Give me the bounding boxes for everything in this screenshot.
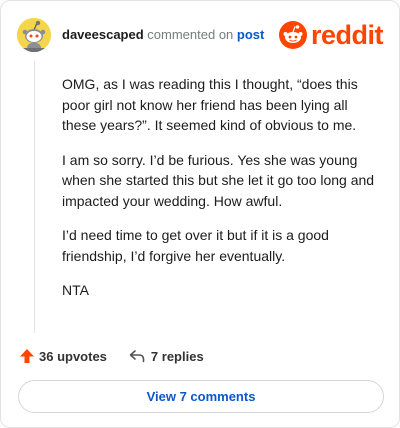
reply-button[interactable]: 7 replies bbox=[129, 349, 204, 364]
comment-header: daveescaped commented on post reddit bbox=[17, 18, 384, 52]
comment-actions: 36 upvotes 7 replies bbox=[19, 346, 204, 366]
thread-line[interactable] bbox=[34, 61, 35, 333]
comment-paragraph: OMG, as I was reading this I thought, “d… bbox=[62, 76, 358, 133]
avatar[interactable] bbox=[17, 18, 51, 52]
reply-count: 7 replies bbox=[150, 348, 204, 364]
snoo-avatar-icon bbox=[17, 18, 51, 52]
reddit-snoo-icon bbox=[278, 21, 307, 49]
comment-paragraph: NTA bbox=[62, 282, 89, 298]
action-text: commented on bbox=[147, 27, 234, 42]
comment-paragraph: I am so sorry. I’d be furious. Yes she w… bbox=[62, 151, 375, 209]
comment-paragraph: I’d need time to get over it but if it i… bbox=[62, 227, 329, 264]
view-comments-button[interactable]: View 7 comments bbox=[18, 380, 384, 413]
comment-body: OMG, as I was reading this I thought, “d… bbox=[62, 74, 377, 315]
comment-card: daveescaped commented on post reddit OMG… bbox=[0, 0, 400, 428]
reddit-logo: reddit bbox=[278, 20, 384, 50]
upvote-button[interactable]: 36 upvotes bbox=[19, 348, 107, 364]
upvote-arrow-icon bbox=[20, 349, 34, 363]
username[interactable]: daveescaped bbox=[62, 27, 144, 42]
reddit-wordmark: reddit bbox=[310, 20, 384, 50]
post-link[interactable]: post bbox=[237, 27, 264, 42]
upvote-count: 36 upvotes bbox=[39, 348, 107, 364]
reply-arrow-icon bbox=[129, 350, 145, 363]
comment-meta: daveescaped commented on post bbox=[62, 27, 264, 42]
